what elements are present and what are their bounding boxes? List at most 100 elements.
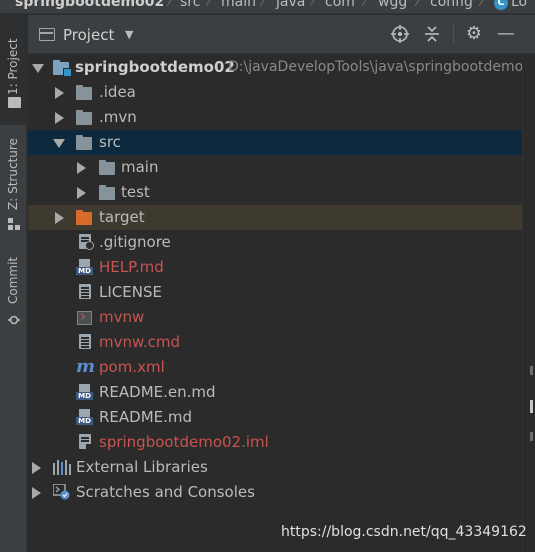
tree-node-mvn[interactable]: .mvn — [28, 105, 522, 130]
chevron-down-icon[interactable] — [32, 64, 44, 73]
tool-window-strip: 1: Project Z: Structure Commit — [0, 15, 27, 552]
tree-node-pom-xml[interactable]: m pom.xml — [28, 355, 522, 380]
project-panel-header: Project ▼ ⚙ — — [28, 15, 535, 54]
folder-icon — [99, 185, 115, 200]
navigation-breadcrumb: springbootdemo02 〉 src 〉 main 〉 java 〉 c… — [0, 0, 535, 14]
watermark-url: https://blog.csdn.net/qq_43349162 — [281, 524, 527, 540]
folder-icon — [76, 85, 92, 100]
chevron-right-icon[interactable] — [32, 462, 41, 474]
chevron-right-icon[interactable] — [55, 87, 64, 99]
gutter-marker — [530, 400, 533, 413]
breadcrumb-separator: 〉 — [361, 0, 375, 9]
tree-node-label: pom.xml — [99, 358, 165, 376]
tab-project-label: 1: Project — [6, 38, 20, 95]
breadcrumb-separator: 〉 — [309, 0, 323, 9]
locate-target-icon[interactable] — [389, 23, 411, 45]
tree-node-readme-md[interactable]: MD README.md — [28, 405, 522, 430]
breadcrumb-item-class[interactable]: Lo — [511, 0, 527, 9]
breadcrumb-separator: 〉 — [259, 0, 273, 9]
tree-node-scratches[interactable]: Scratches and Consoles — [28, 480, 522, 505]
breadcrumb-separator: 〉 — [205, 0, 219, 9]
tree-node-test[interactable]: test — [28, 180, 522, 205]
tree-node-path: D:\javaDevelopTools\java\springbootdemo0… — [228, 59, 535, 75]
tree-node-iml[interactable]: springbootdemo02.iml — [28, 430, 522, 455]
editor-gutter — [522, 55, 535, 552]
chevron-right-icon[interactable] — [55, 112, 64, 124]
ignore-file-icon — [79, 234, 94, 250]
breadcrumb-item-config[interactable]: config — [430, 0, 473, 9]
tree-node-src[interactable]: src — [28, 130, 522, 155]
tree-node-target[interactable]: target — [28, 205, 522, 230]
breadcrumb-item-main[interactable]: main — [221, 0, 256, 9]
breadcrumb-separator: 〉 — [478, 0, 492, 9]
chevron-right-icon[interactable] — [32, 487, 41, 499]
class-icon: C — [494, 0, 508, 10]
tree-node-label: LICENSE — [99, 283, 162, 301]
gutter-marker — [530, 432, 533, 441]
scratches-icon — [52, 483, 70, 500]
breadcrumb-item-java[interactable]: java — [276, 0, 305, 9]
breadcrumb-item-wgg[interactable]: wgg — [378, 0, 407, 9]
breadcrumb-item-src[interactable]: src — [180, 0, 200, 9]
shell-script-icon — [77, 307, 92, 325]
project-tool-window: Project ▼ ⚙ — springbootdemo02 D:\javaDe… — [28, 15, 535, 552]
structure-icon — [8, 215, 20, 230]
maven-icon: m — [76, 356, 96, 377]
tab-structure-label: Z: Structure — [6, 138, 20, 210]
tree-node-label: README.md — [99, 408, 193, 426]
chevron-right-icon[interactable] — [77, 162, 86, 174]
tree-node-gitignore[interactable]: .gitignore — [28, 230, 522, 255]
tab-structure[interactable]: Z: Structure — [0, 135, 27, 235]
tree-node-label: .mvn — [99, 108, 137, 126]
minimize-icon[interactable]: — — [495, 23, 517, 45]
tree-node-mvnw[interactable]: mvnw — [28, 305, 522, 330]
tree-node-label: README.en.md — [99, 383, 216, 401]
tab-project[interactable]: 1: Project — [0, 15, 27, 125]
markdown-file-icon: MD — [76, 409, 93, 425]
project-view-selector[interactable]: Project — [63, 26, 114, 44]
breadcrumb-item-com[interactable]: com — [325, 0, 355, 9]
excluded-folder-icon — [76, 210, 92, 225]
tree-node-help-md[interactable]: MD HELP.md — [28, 255, 522, 280]
chevron-down-icon[interactable] — [53, 139, 65, 148]
text-file-icon — [79, 334, 91, 349]
tree-node-label: mvnw — [99, 308, 145, 326]
collapse-all-icon[interactable] — [421, 23, 443, 45]
markdown-file-icon: MD — [76, 384, 93, 400]
tree-node-readme-en-md[interactable]: MD README.en.md — [28, 380, 522, 405]
breadcrumb-item-project[interactable]: springbootdemo02 — [15, 0, 164, 9]
chevron-right-icon[interactable] — [77, 187, 86, 199]
tree-node-main[interactable]: main — [28, 155, 522, 180]
tree-node-external-libraries[interactable]: External Libraries — [28, 455, 522, 480]
tree-node-license[interactable]: LICENSE — [28, 280, 522, 305]
tree-node-label: target — [99, 208, 145, 226]
tree-node-label: springbootdemo02.iml — [99, 433, 269, 451]
gutter-marker — [530, 366, 533, 375]
tree-node-label: Scratches and Consoles — [76, 483, 255, 501]
tree-node-label: src — [99, 133, 121, 151]
gear-icon[interactable]: ⚙ — [463, 23, 485, 45]
markdown-file-icon: MD — [76, 259, 93, 275]
breadcrumb-separator: 〉 — [166, 0, 180, 9]
breadcrumb-separator: 〉 — [414, 0, 428, 9]
tree-node-label: External Libraries — [76, 458, 208, 476]
tab-commit-label: Commit — [6, 256, 20, 304]
chevron-right-icon[interactable] — [55, 212, 64, 224]
project-view-icon — [39, 28, 55, 41]
chevron-down-icon[interactable]: ▼ — [125, 28, 133, 41]
commit-icon — [8, 311, 20, 330]
tree-node-label: HELP.md — [99, 258, 164, 276]
folder-icon — [76, 110, 92, 125]
tree-node-label: .idea — [99, 83, 136, 101]
module-file-icon — [79, 434, 92, 450]
tree-node-label: test — [121, 183, 150, 201]
folder-icon — [99, 160, 115, 175]
tree-node-label: main — [121, 158, 159, 176]
tree-node-root[interactable]: springbootdemo02 D:\javaDevelopTools\jav… — [28, 55, 535, 80]
module-folder-icon — [53, 60, 72, 77]
tree-node-label: mvnw.cmd — [99, 333, 181, 351]
text-file-icon — [79, 284, 91, 299]
tree-node-idea[interactable]: .idea — [28, 80, 522, 105]
tree-node-mvnw-cmd[interactable]: mvnw.cmd — [28, 330, 522, 355]
tab-commit[interactable]: Commit — [0, 252, 27, 327]
